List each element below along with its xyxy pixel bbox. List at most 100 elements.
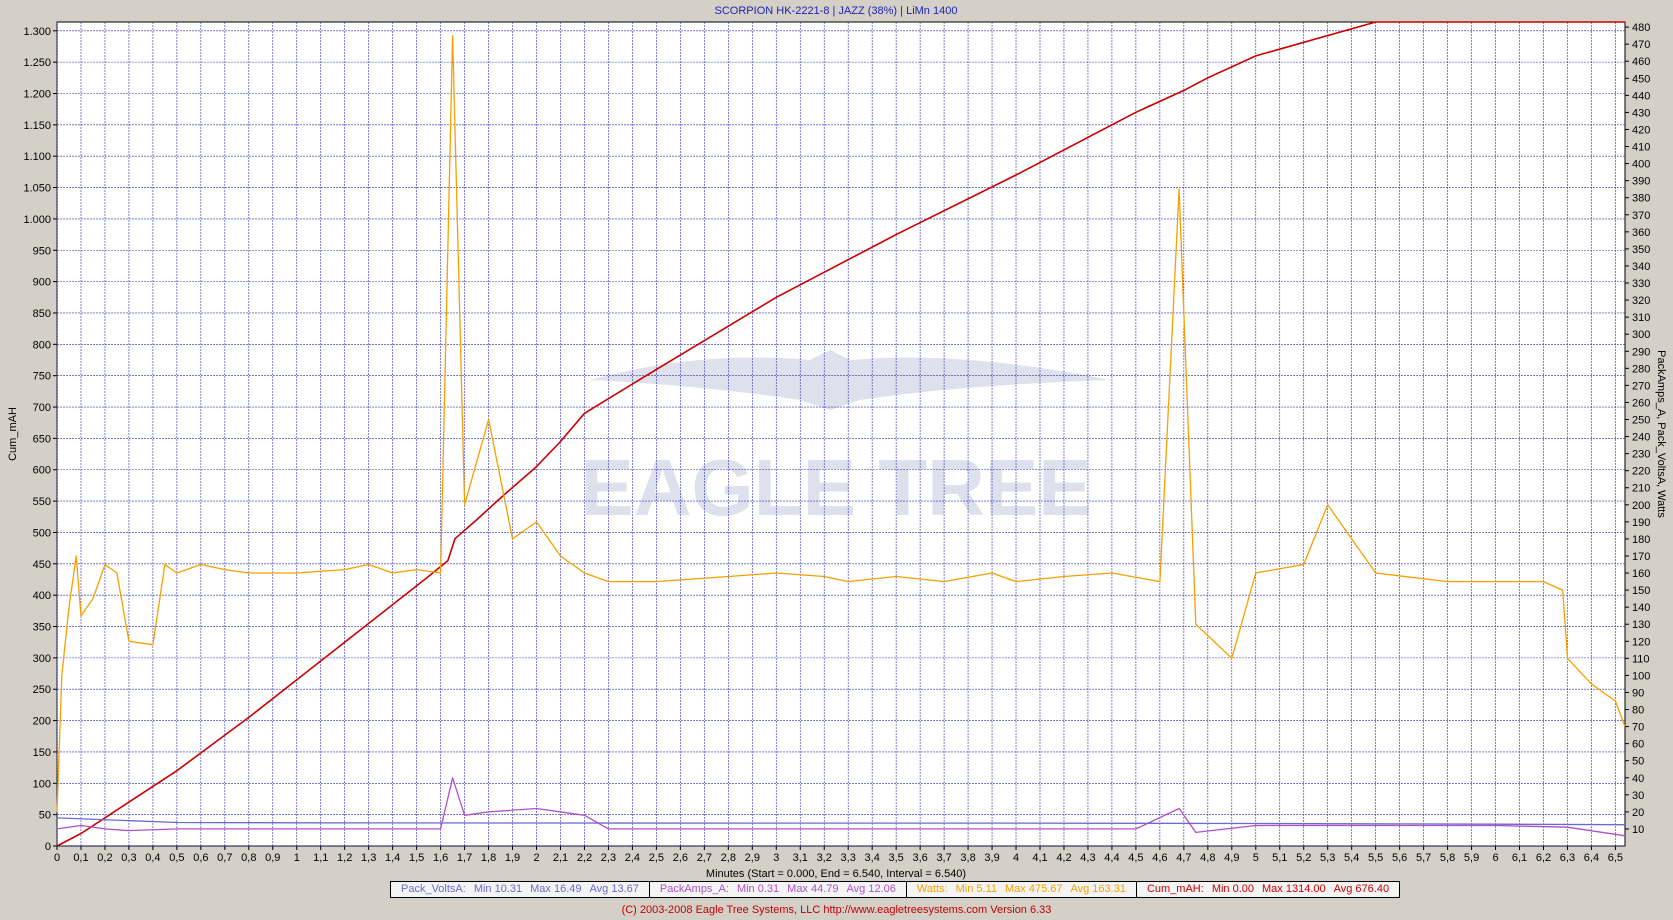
x-tick-label-2: 0,2: [97, 852, 112, 864]
y-right-tick-label-2: 30: [1632, 790, 1644, 802]
x-tick-label-53: 5,3: [1320, 852, 1335, 864]
y-left-tick-label-20: 1.000: [23, 214, 51, 226]
x-tick-label-1: 0,1: [73, 852, 88, 864]
x-tick-label-47: 4,7: [1176, 852, 1191, 864]
x-tick-label-18: 1,8: [481, 852, 496, 864]
legend-min: Min 0.31: [736, 883, 780, 895]
chart-title: SCORPION HK-2221-8 | JAZZ (38%) | LiMn 1…: [715, 5, 958, 17]
x-tick-label-36: 3,6: [912, 852, 927, 864]
x-tick-label-11: 1,1: [313, 852, 328, 864]
x-tick-label-19: 1,9: [505, 852, 520, 864]
legend-max: Max 16.49: [530, 883, 582, 895]
x-tick-label-23: 2,3: [601, 852, 616, 864]
y-right-tick-label-27: 280: [1632, 363, 1650, 375]
x-tick-label-44: 4,4: [1104, 852, 1119, 864]
x-tick-label-12: 1,2: [337, 852, 352, 864]
x-tick-label-26: 2,6: [673, 852, 688, 864]
legend-avg: Avg 163.31: [1070, 883, 1126, 895]
y-right-axis-ticks: 10 20 30 40 50 60 70 80 90 100 110 120 130 140 150 160 1…: [1625, 22, 1650, 836]
y-right-tick-label-10: 110: [1632, 653, 1650, 665]
x-tick-label-58: 5,8: [1440, 852, 1455, 864]
x-tick-label-31: 3,1: [793, 852, 808, 864]
y-right-tick-label-29: 300: [1632, 329, 1650, 341]
x-tick-label-3: 0,3: [121, 852, 136, 864]
y-left-tick-label-17: 850: [33, 308, 51, 320]
x-tick-label-30: 3: [773, 852, 779, 864]
y-right-tick-label-13: 140: [1632, 602, 1650, 614]
legend-min: Min 5.11: [955, 883, 998, 895]
y-left-tick-label-0: 0: [45, 841, 51, 853]
x-tick-label-46: 4,6: [1152, 852, 1167, 864]
legend-name: PackAmps_A:: [659, 883, 729, 895]
y-left-tick-label-13: 650: [33, 433, 51, 445]
y-right-tick-label-35: 360: [1632, 227, 1650, 239]
y-left-tick-label-26: 1.300: [23, 26, 51, 38]
y-right-tick-label-40: 410: [1632, 142, 1650, 154]
x-tick-label-9: 0,9: [265, 852, 280, 864]
x-tick-label-22: 2,2: [577, 852, 592, 864]
y-left-tick-label-22: 1.100: [23, 151, 51, 163]
y-left-tick-label-3: 150: [33, 747, 51, 759]
x-tick-label-40: 4: [1013, 852, 1019, 864]
y-right-tick-label-7: 80: [1632, 705, 1644, 717]
x-tick-label-39: 3,9: [984, 852, 999, 864]
x-tick-label-15: 1,5: [409, 852, 424, 864]
y-right-tick-label-42: 430: [1632, 107, 1650, 119]
y-left-tick-label-4: 200: [33, 716, 51, 728]
legend-avg: Avg 676.40: [1333, 883, 1390, 895]
x-tick-label-29: 2,9: [745, 852, 760, 864]
chart: SCORPION HK-2221-8 | JAZZ (38%) | LiMn 1…: [7, 5, 1667, 880]
y-right-tick-label-22: 230: [1632, 449, 1650, 461]
x-tick-label-43: 4,3: [1080, 852, 1095, 864]
watermark-text: EAGLE TREE: [580, 443, 1091, 532]
y-right-tick-label-34: 350: [1632, 244, 1650, 256]
x-tick-label-7: 0,7: [217, 852, 232, 864]
y-left-tick-label-8: 400: [33, 590, 51, 602]
legend-max: Max 44.79: [787, 883, 839, 895]
y-right-tick-label-12: 130: [1632, 619, 1650, 631]
x-tick-label-14: 1,4: [385, 852, 400, 864]
x-tick-label-61: 6,1: [1512, 852, 1527, 864]
legend-min: Min 0.00: [1211, 883, 1255, 895]
legend-max: Max 1314.00: [1262, 883, 1326, 895]
x-tick-label-35: 3,5: [888, 852, 903, 864]
y-left-tick-label-6: 300: [33, 653, 51, 665]
y-right-tick-label-39: 400: [1632, 159, 1650, 171]
x-tick-label-41: 4,1: [1032, 852, 1047, 864]
y-right-tick-label-30: 310: [1632, 312, 1650, 324]
legend-item-packamps-a: PackAmps_A: Min 0.31 Max 44.79 Avg 12.06: [650, 882, 907, 897]
x-tick-label-0: 0: [54, 852, 60, 864]
y-left-tick-label-11: 550: [33, 496, 51, 508]
y-right-tick-label-6: 70: [1632, 722, 1644, 734]
y-right-tick-label-36: 370: [1632, 210, 1650, 222]
y-right-tick-label-16: 170: [1632, 551, 1650, 563]
legend-name: Pack_VoltsA:: [401, 883, 466, 895]
x-tick-label-62: 6,2: [1536, 852, 1551, 864]
x-tick-label-27: 2,7: [697, 852, 712, 864]
y-right-tick-label-37: 380: [1632, 193, 1650, 205]
x-tick-label-34: 3,4: [865, 852, 880, 864]
x-tick-label-13: 1,3: [361, 852, 376, 864]
y-left-tick-label-23: 1.150: [23, 120, 51, 132]
y-right-tick-label-1: 20: [1632, 807, 1644, 819]
y-left-tick-label-18: 900: [33, 277, 51, 289]
y-right-tick-label-20: 210: [1632, 483, 1650, 495]
y-right-tick-label-43: 440: [1632, 90, 1650, 102]
y-left-tick-label-19: 950: [33, 245, 51, 257]
y-right-tick-label-23: 240: [1632, 432, 1650, 444]
y-left-tick-label-12: 600: [33, 465, 51, 477]
y-right-tick-label-18: 190: [1632, 517, 1650, 529]
y-right-tick-label-9: 100: [1632, 670, 1650, 682]
x-tick-label-60: 6: [1492, 852, 1498, 864]
x-tick-label-25: 2,5: [649, 852, 664, 864]
y-right-tick-label-5: 60: [1632, 739, 1644, 751]
x-tick-label-51: 5,1: [1272, 852, 1287, 864]
y-right-tick-label-46: 470: [1632, 39, 1650, 51]
x-tick-label-64: 6,4: [1584, 852, 1599, 864]
x-tick-label-54: 5,4: [1344, 852, 1359, 864]
y-right-tick-label-28: 290: [1632, 346, 1650, 358]
legend-name: Cum_mAH:: [1146, 883, 1204, 895]
y-right-tick-label-0: 10: [1632, 824, 1644, 836]
x-tick-label-57: 5,7: [1416, 852, 1431, 864]
x-tick-label-5: 0,5: [169, 852, 184, 864]
